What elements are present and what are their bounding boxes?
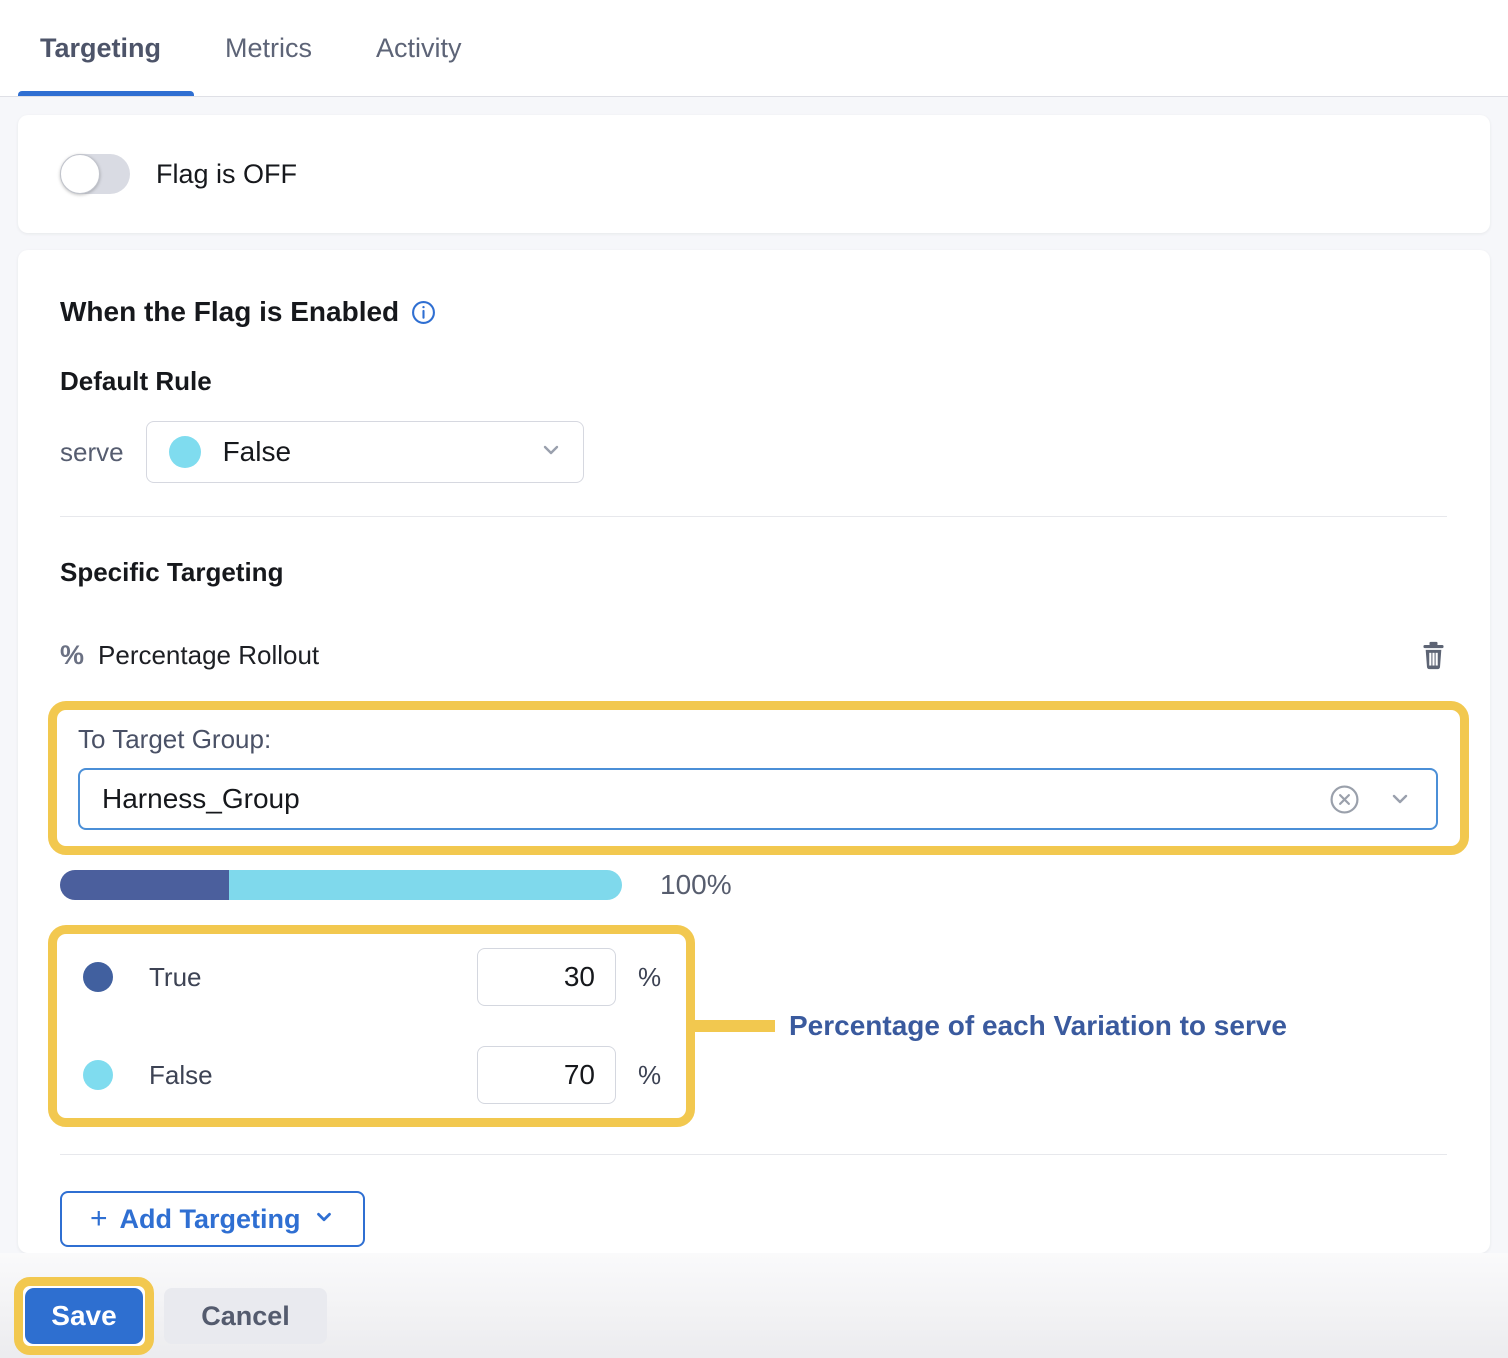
default-variation-value: False	[223, 436, 291, 468]
chevron-down-icon	[313, 1204, 335, 1235]
variation-color-dot	[169, 436, 201, 468]
add-targeting-button[interactable]: + Add Targeting	[60, 1191, 365, 1247]
target-group-select[interactable]: Harness_Group	[78, 768, 1438, 830]
plus-icon: +	[90, 1204, 108, 1234]
variation-name: False	[149, 1060, 213, 1091]
percent-unit: %	[638, 1060, 666, 1091]
flag-state-label: Flag is OFF	[156, 159, 297, 190]
flag-state-card: Flag is OFF	[18, 115, 1490, 233]
variation-weight-input-true[interactable]	[477, 948, 616, 1006]
default-rule-heading: Default Rule	[60, 366, 1447, 397]
toggle-knob	[60, 154, 100, 194]
delete-rule-button[interactable]	[1420, 641, 1447, 670]
serve-label: serve	[60, 437, 124, 468]
divider	[60, 1154, 1447, 1155]
rollout-weight-bar	[60, 870, 622, 900]
percent-icon: %	[60, 640, 84, 671]
action-bar: Save Cancel	[0, 1253, 1508, 1358]
section-title: When the Flag is Enabled	[60, 296, 399, 328]
flag-state-toggle[interactable]	[60, 154, 130, 194]
tab-bar: Targeting Metrics Activity	[0, 0, 1508, 97]
annotation-callout: Percentage of each Variation to serve	[695, 1010, 1287, 1042]
variation-color-dot	[83, 962, 113, 992]
save-highlight: Save	[14, 1277, 154, 1355]
tab-activity-label: Activity	[376, 33, 462, 64]
target-group-label: To Target Group:	[78, 724, 1438, 755]
tab-targeting-label: Targeting	[40, 33, 161, 64]
clear-selection-icon[interactable]	[1329, 784, 1360, 815]
divider	[60, 516, 1447, 517]
tab-metrics-label: Metrics	[225, 33, 312, 64]
info-icon[interactable]	[411, 300, 436, 325]
variation-name: True	[149, 962, 202, 993]
variation-color-dot	[83, 1060, 113, 1090]
cancel-button[interactable]: Cancel	[164, 1288, 327, 1344]
rule-type-label: Percentage Rollout	[98, 640, 319, 671]
percent-unit: %	[638, 962, 666, 993]
annotation-text: Percentage of each Variation to serve	[789, 1010, 1287, 1042]
specific-targeting-heading: Specific Targeting	[60, 557, 1447, 588]
tab-activity[interactable]: Activity	[376, 0, 462, 96]
targeting-rules-card: When the Flag is Enabled Default Rule se…	[18, 250, 1490, 1253]
variation-weight-input-false[interactable]	[477, 1046, 616, 1104]
chevron-down-icon	[539, 438, 563, 467]
variation-row-true: True %	[77, 948, 666, 1006]
add-targeting-label: Add Targeting	[120, 1204, 301, 1235]
tab-metrics[interactable]: Metrics	[225, 0, 312, 96]
feature-flag-targeting-page: Targeting Metrics Activity Flag is OFF W…	[0, 0, 1508, 1358]
variations-highlight: True % False %	[48, 925, 695, 1127]
active-tab-indicator	[18, 91, 194, 96]
trash-icon	[1420, 641, 1447, 670]
bar-segment-true	[60, 870, 229, 900]
tab-targeting[interactable]: Targeting	[40, 0, 161, 96]
target-group-value: Harness_Group	[102, 783, 300, 815]
bar-segment-false	[229, 870, 622, 900]
default-variation-select[interactable]: False	[146, 421, 584, 483]
rollout-total-label: 100%	[660, 869, 732, 901]
chevron-down-icon[interactable]	[1388, 787, 1412, 811]
variation-row-false: False %	[77, 1046, 666, 1104]
target-group-highlight: To Target Group: Harness_Group	[48, 701, 1469, 855]
save-button[interactable]: Save	[25, 1288, 143, 1344]
annotation-connector-line	[695, 1020, 775, 1032]
